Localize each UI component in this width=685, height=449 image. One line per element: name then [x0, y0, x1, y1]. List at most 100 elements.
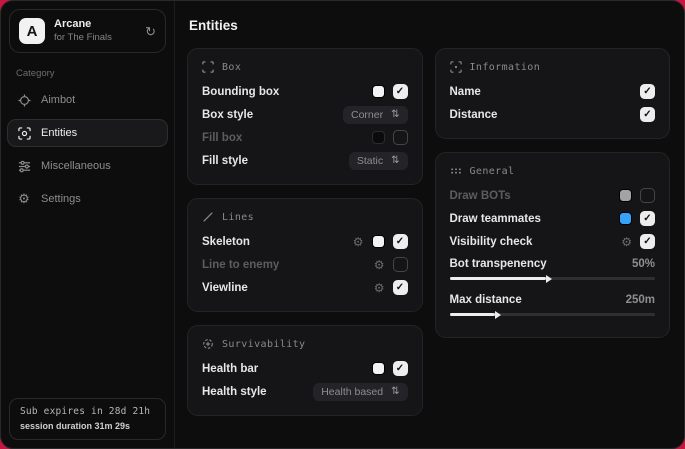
info-scan-icon — [450, 61, 462, 73]
subscription-info: Sub expires in 28d 21h session duration … — [9, 398, 166, 440]
checkbox[interactable] — [393, 257, 408, 272]
checkbox[interactable] — [393, 361, 408, 376]
color-swatch[interactable] — [372, 235, 385, 248]
health-icon — [202, 338, 214, 350]
checkbox[interactable] — [393, 234, 408, 249]
slider-value: 250m — [626, 294, 655, 306]
setting-label: Bot transpenency — [450, 258, 547, 270]
card-title: Survivability — [222, 339, 305, 350]
slider-fill — [450, 277, 547, 280]
sub-expiry-text: Sub expires in 28d 21h — [20, 406, 155, 417]
sidebar: A Arcane for The Finals ↻ Category Aimbo… — [1, 1, 175, 448]
sidebar-item-entities[interactable]: Entities — [7, 119, 168, 147]
select-arrows-icon: ⇅ — [391, 387, 399, 397]
setting-label: Draw BOTs — [450, 190, 511, 202]
color-swatch[interactable] — [619, 189, 632, 202]
information-card-header: Information — [450, 61, 656, 73]
sidebar-item-label: Aimbot — [41, 94, 75, 106]
sidebar-item-label: Settings — [41, 193, 81, 205]
app-title: Arcane — [54, 18, 136, 31]
sidebar-nav: Aimbot Entities Miscellaneous — [1, 86, 174, 213]
survivability-card-header: Survivability — [202, 338, 408, 350]
entities-scan-icon — [17, 126, 31, 140]
setting-row-visibility-check: Visibility check ⚙ — [450, 230, 656, 253]
setting-row-distance: Distance — [450, 103, 656, 126]
sidebar-item-label: Miscellaneous — [41, 160, 111, 172]
setting-label: Fill box — [202, 132, 242, 144]
setting-label: Fill style — [202, 155, 248, 167]
survivability-card: Survivability Health bar Health style He… — [187, 325, 423, 416]
checkbox[interactable] — [640, 234, 655, 249]
setting-label: Draw teammates — [450, 213, 541, 225]
select-arrows-icon: ⇅ — [391, 110, 399, 120]
setting-row-max-distance: Max distance 250m — [450, 289, 656, 310]
brand-card: A Arcane for The Finals ↻ — [9, 9, 166, 53]
dropdown-value: Health based — [321, 386, 383, 398]
checkbox[interactable] — [640, 188, 655, 203]
checkbox[interactable] — [393, 280, 408, 295]
color-swatch[interactable] — [619, 212, 632, 225]
lines-card-header: Lines — [202, 211, 408, 223]
sidebar-item-aimbot[interactable]: Aimbot — [7, 86, 168, 114]
bot-transparency-slider[interactable] — [450, 277, 656, 280]
checkbox[interactable] — [640, 107, 655, 122]
gear-icon: ⚙ — [17, 192, 31, 206]
gear-icon[interactable]: ⚙ — [621, 236, 632, 248]
gear-icon[interactable]: ⚙ — [374, 282, 385, 294]
box-style-dropdown[interactable]: Corner ⇅ — [343, 106, 408, 124]
setting-label: Bounding box — [202, 86, 279, 98]
setting-label: Max distance — [450, 294, 522, 306]
crosshair-icon — [17, 93, 31, 107]
color-swatch[interactable] — [372, 362, 385, 375]
setting-row-bot-transparency: Bot transpenency 50% — [450, 253, 656, 274]
color-swatch[interactable] — [372, 85, 385, 98]
setting-label: Name — [450, 86, 481, 98]
setting-row-fill-box: Fill box — [202, 126, 408, 149]
card-title: Box — [222, 62, 241, 73]
left-column: Box Bounding box Box style Corner ⇅ — [187, 48, 423, 416]
card-title: General — [470, 166, 515, 177]
card-title: Information — [470, 62, 541, 73]
main-content: Entities Box Bounding box — [175, 1, 684, 448]
slider-value: 50% — [632, 258, 655, 270]
setting-row-draw-teammates: Draw teammates — [450, 207, 656, 230]
setting-row-line-to-enemy: Line to enemy ⚙ — [202, 253, 408, 276]
information-card: Information Name Distance — [435, 48, 671, 139]
gear-icon[interactable]: ⚙ — [374, 259, 385, 271]
fill-style-dropdown[interactable]: Static ⇅ — [349, 152, 408, 170]
sidebar-spacer — [1, 213, 174, 398]
setting-row-bounding-box: Bounding box — [202, 80, 408, 103]
checkbox[interactable] — [640, 211, 655, 226]
setting-row-viewline: Viewline ⚙ — [202, 276, 408, 299]
setting-row-health-bar: Health bar — [202, 357, 408, 380]
diagonal-line-icon — [202, 211, 214, 223]
category-label: Category — [16, 68, 159, 79]
color-swatch[interactable] — [372, 131, 385, 144]
sidebar-item-miscellaneous[interactable]: Miscellaneous — [7, 152, 168, 180]
card-title: Lines — [222, 212, 254, 223]
setting-row-fill-style: Fill style Static ⇅ — [202, 149, 408, 172]
checkbox[interactable] — [393, 130, 408, 145]
checkbox[interactable] — [393, 84, 408, 99]
box-corners-icon — [202, 61, 214, 73]
app-logo: A — [19, 18, 45, 44]
sidebar-item-settings[interactable]: ⚙ Settings — [7, 185, 168, 213]
general-card: General Draw BOTs Draw teammates — [435, 152, 671, 338]
select-arrows-icon: ⇅ — [391, 156, 399, 166]
health-style-dropdown[interactable]: Health based ⇅ — [313, 383, 407, 401]
dropdown-value: Corner — [351, 109, 383, 121]
max-distance-slider[interactable] — [450, 313, 656, 316]
lines-card: Lines Skeleton ⚙ Line to enemy ⚙ — [187, 198, 423, 312]
refresh-icon[interactable]: ↻ — [145, 25, 156, 38]
checkbox[interactable] — [640, 84, 655, 99]
grid-dots-icon — [450, 165, 462, 177]
setting-label: Box style — [202, 109, 253, 121]
dropdown-value: Static — [357, 155, 383, 167]
box-card: Box Bounding box Box style Corner ⇅ — [187, 48, 423, 185]
general-card-header: General — [450, 165, 656, 177]
gear-icon[interactable]: ⚙ — [353, 236, 364, 248]
setting-row-draw-bots: Draw BOTs — [450, 184, 656, 207]
setting-row-box-style: Box style Corner ⇅ — [202, 103, 408, 126]
setting-row-name: Name — [450, 80, 656, 103]
setting-label: Viewline — [202, 282, 248, 294]
